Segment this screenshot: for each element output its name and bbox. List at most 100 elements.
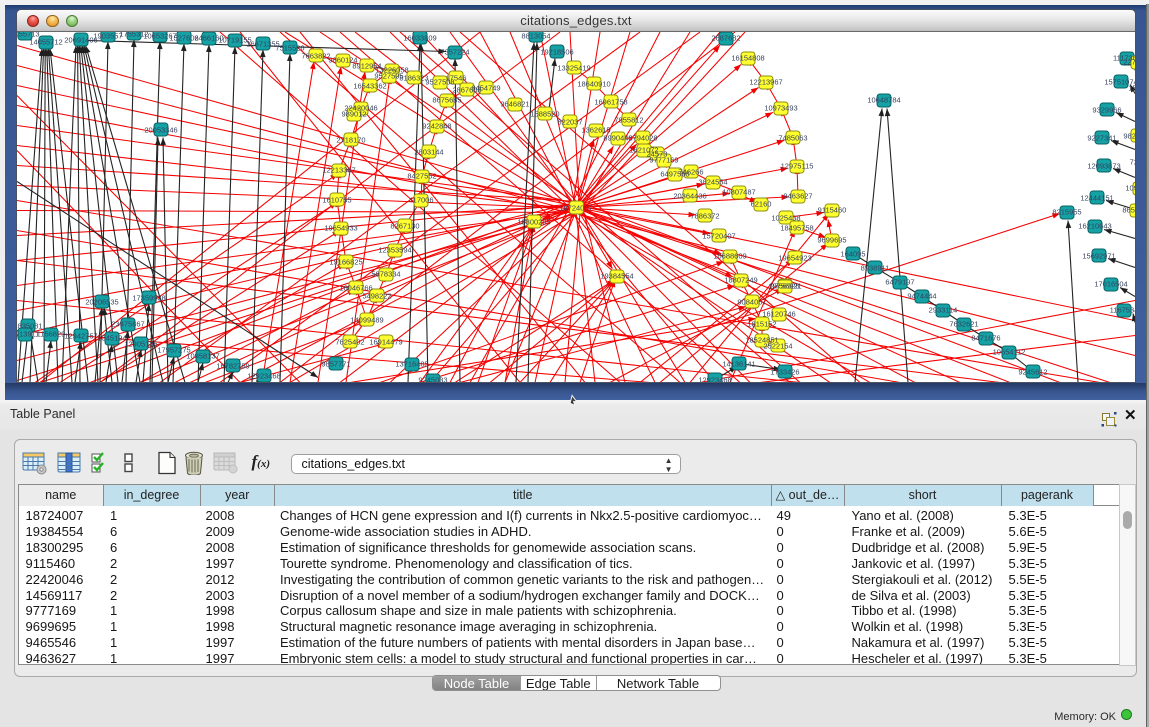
svg-text:19166825: 19166825: [329, 257, 362, 266]
svg-text:7357224: 7357224: [440, 47, 469, 56]
svg-text:989012: 989012: [341, 109, 366, 118]
svg-text:8427552: 8427552: [407, 171, 436, 180]
svg-text:10958137: 10958137: [186, 351, 219, 360]
svg-text:6794028: 6794028: [628, 133, 657, 142]
svg-text:23975867: 23975867: [111, 319, 144, 328]
svg-text:18640910: 18640910: [577, 79, 610, 88]
svg-text:12353594: 12353594: [378, 245, 411, 254]
svg-text:417006: 417006: [408, 195, 433, 204]
svg-text:20053346: 20053346: [144, 125, 177, 134]
svg-text:16033809: 16033809: [403, 33, 436, 42]
svg-text:8471676: 8471676: [971, 333, 1000, 342]
svg-text:1903557: 1903557: [93, 32, 122, 41]
svg-text:12923468: 12923468: [247, 371, 280, 380]
svg-text:16961758: 16961758: [594, 97, 627, 106]
svg-text:3824554: 3824554: [698, 177, 727, 186]
svg-text:12905135: 12905135: [124, 339, 157, 348]
svg-text:1167534: 1167534: [1110, 305, 1135, 314]
svg-text:13325419: 13325419: [557, 63, 590, 72]
svg-text:16210643: 16210643: [1078, 221, 1111, 230]
svg-text:12213367: 12213367: [322, 165, 355, 174]
svg-text:9084067: 9084067: [737, 297, 766, 306]
svg-text:6497568: 6497568: [660, 169, 689, 178]
svg-text:2687682: 2687682: [711, 33, 740, 42]
svg-text:14136141: 14136141: [722, 359, 755, 368]
svg-text:8675685: 8675685: [432, 95, 461, 104]
svg-text:5498222: 5498222: [362, 291, 391, 300]
svg-text:7663822: 7663822: [301, 51, 330, 60]
svg-text:7632621: 7632621: [949, 319, 978, 328]
svg-text:12093873: 12093873: [1087, 161, 1120, 170]
svg-text:12213967: 12213967: [749, 77, 782, 86]
svg-text:14099489: 14099489: [350, 315, 383, 324]
svg-text:17016504: 17016504: [1094, 279, 1127, 288]
svg-text:13716485: 13716485: [395, 359, 428, 368]
svg-text:1156829: 1156829: [37, 329, 66, 338]
svg-text:17546: 17546: [446, 73, 467, 82]
svg-text:16782759: 16782759: [216, 361, 249, 370]
svg-text:9777169: 9777169: [649, 155, 678, 164]
svg-text:6479197: 6479197: [885, 277, 914, 286]
svg-text:5878334: 5878334: [371, 269, 400, 278]
svg-text:7235112: 7235112: [1130, 157, 1135, 166]
svg-text:62160: 62160: [751, 199, 772, 208]
svg-text:10807487: 10807487: [722, 187, 755, 196]
svg-text:9756928: 9756928: [770, 281, 799, 290]
svg-text:9115460: 9115460: [818, 205, 847, 214]
svg-text:9245612: 9245612: [1018, 367, 1047, 376]
svg-text:7625402: 7625402: [335, 337, 364, 346]
svg-text:8186323: 8186323: [399, 73, 428, 82]
svg-text:18300295: 18300295: [517, 217, 550, 226]
svg-text:8938911: 8938911: [861, 263, 890, 272]
svg-text:1588520: 1588520: [530, 109, 559, 118]
svg-text:2803144: 2803144: [414, 147, 443, 156]
svg-text:1345194: 1345194: [97, 333, 126, 342]
svg-text:2522154: 2522154: [763, 341, 792, 350]
svg-text:1733426: 1733426: [770, 367, 799, 376]
svg-text:2718170: 2718170: [336, 135, 365, 144]
svg-text:7886372: 7886372: [690, 211, 719, 220]
svg-text:9329966: 9329966: [1092, 105, 1121, 114]
svg-text:9699695: 9699695: [817, 235, 846, 244]
svg-text:7515526: 7515526: [275, 43, 304, 52]
svg-text:1610755: 1610755: [322, 195, 351, 204]
svg-text:18807249: 18807249: [724, 275, 757, 284]
svg-text:2273224: 2273224: [1123, 57, 1135, 66]
svg-text:10648784: 10648784: [867, 95, 900, 104]
svg-text:9474444: 9474444: [907, 291, 936, 300]
svg-text:20206535: 20206535: [85, 297, 118, 306]
svg-text:18495758: 18495758: [780, 223, 813, 232]
svg-text:16120746: 16120746: [762, 309, 795, 318]
svg-text:16154808: 16154808: [731, 53, 764, 62]
svg-text:19218506: 19218506: [540, 47, 573, 56]
svg-text:1097343: 1097343: [1125, 183, 1135, 192]
svg-text:9646821: 9646821: [500, 99, 529, 108]
svg-text:9463627: 9463627: [783, 191, 812, 200]
svg-text:9245033: 9245033: [418, 375, 447, 382]
svg-text:12942757: 12942757: [64, 331, 97, 340]
svg-text:9857771: 9857771: [321, 359, 350, 368]
svg-text:12923468: 12923468: [698, 375, 731, 382]
svg-text:2933114: 2933114: [929, 305, 958, 314]
svg-text:9827545: 9827545: [1123, 131, 1135, 140]
svg-text:8267130: 8267130: [390, 221, 419, 230]
svg-text:15720407: 15720407: [702, 231, 735, 240]
svg-text:19654933: 19654933: [324, 223, 357, 232]
svg-text:10654112: 10654112: [993, 347, 1026, 356]
svg-text:18724007: 18724007: [559, 203, 592, 212]
svg-text:8215955: 8215955: [1052, 207, 1081, 216]
svg-text:10688609: 10688609: [713, 251, 746, 260]
svg-text:1025438: 1025438: [771, 213, 800, 222]
svg-text:16543362: 16543362: [353, 81, 386, 90]
svg-text:8652201: 8652201: [1122, 205, 1135, 214]
svg-text:164095: 164095: [840, 249, 865, 258]
svg-text:19384554: 19384554: [600, 271, 633, 280]
svg-text:10973493: 10973493: [764, 103, 797, 112]
svg-text:9227341: 9227341: [1087, 133, 1116, 142]
svg-text:19654923: 19654923: [778, 253, 811, 262]
svg-text:7955812: 7955812: [614, 115, 643, 124]
svg-text:16914479: 16914479: [369, 337, 402, 346]
svg-text:15692971: 15692971: [1082, 251, 1115, 260]
svg-text:9242848: 9242848: [422, 121, 451, 130]
svg-text:20364436: 20364436: [673, 191, 706, 200]
